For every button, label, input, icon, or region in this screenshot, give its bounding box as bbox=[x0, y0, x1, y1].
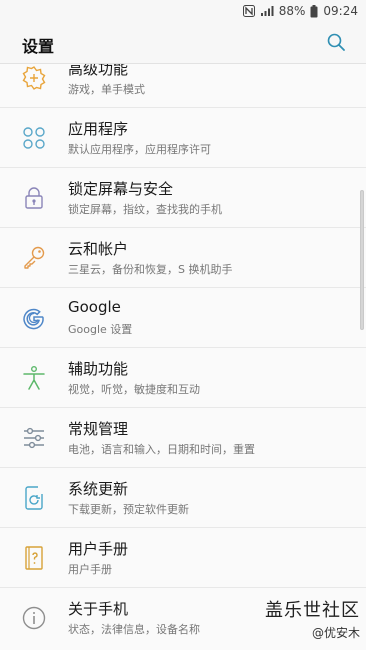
settings-item-description: 电池，语言和输入，日期和时间，重置 bbox=[68, 443, 255, 456]
settings-item-description: 锁定屏幕，指纹，查找我的手机 bbox=[68, 203, 222, 216]
apps-icon bbox=[21, 125, 47, 151]
page-title: 设置 bbox=[22, 37, 55, 56]
scrollbar-thumb[interactable] bbox=[360, 190, 364, 330]
settings-item-description: 三星云，备份和恢复，S 换机助手 bbox=[68, 263, 233, 276]
watermark-community: 盖乐世社区 bbox=[265, 600, 360, 621]
settings-item-label: 常规管理 bbox=[68, 420, 129, 438]
battery-icon bbox=[310, 4, 318, 18]
battery-percent: 88% bbox=[278, 4, 306, 18]
clock: 09:24 bbox=[323, 4, 358, 18]
settings-item-system-update[interactable]: 系统更新 下载更新，预定软件更新 bbox=[0, 468, 366, 528]
settings-item-general-management[interactable]: 常规管理 电池，语言和输入，日期和时间，重置 bbox=[0, 408, 366, 468]
settings-item-label: 辅助功能 bbox=[68, 360, 129, 378]
settings-item-label: 云和帐户 bbox=[68, 240, 129, 258]
settings-item-accessibility[interactable]: 辅助功能 视觉，听觉，敏捷度和互动 bbox=[0, 348, 366, 408]
settings-item-label: Google bbox=[68, 298, 121, 316]
settings-item-label: 高级功能 bbox=[68, 64, 129, 78]
advanced-features-icon bbox=[21, 65, 47, 91]
settings-item-description: 状态，法律信息，设备名称 bbox=[68, 623, 200, 636]
settings-item-description: 视觉，听觉，敏捷度和互动 bbox=[68, 383, 200, 396]
settings-item-label: 系统更新 bbox=[68, 480, 129, 498]
watermark: 盖乐世社区 @优安木 bbox=[265, 596, 360, 641]
signal-icon bbox=[260, 5, 274, 17]
settings-item-description: 游戏，单手模式 bbox=[68, 83, 145, 96]
info-icon bbox=[21, 605, 47, 631]
status-bar: 88% 09:24 bbox=[0, 0, 366, 22]
lock-icon bbox=[21, 185, 47, 211]
settings-item-user-manual[interactable]: 用户手册 用户手册 bbox=[0, 528, 366, 588]
app-header: 设置 bbox=[0, 22, 366, 64]
settings-list[interactable]: 高级功能 游戏，单手模式 应用程序 默认应用程序，应用程序许可 锁定屏幕与安全 … bbox=[0, 64, 366, 650]
system-update-icon bbox=[21, 485, 47, 511]
accessibility-icon bbox=[21, 365, 47, 391]
watermark-author: @优安木 bbox=[311, 626, 360, 640]
nfc-icon bbox=[242, 5, 255, 17]
settings-item-label: 用户手册 bbox=[68, 540, 129, 558]
settings-item-description: 默认应用程序，应用程序许可 bbox=[68, 143, 211, 156]
settings-item-google[interactable]: Google Google 设置 bbox=[0, 288, 366, 348]
settings-item-apps[interactable]: 应用程序 默认应用程序，应用程序许可 bbox=[0, 108, 366, 168]
key-icon bbox=[21, 245, 47, 271]
google-icon bbox=[21, 305, 47, 331]
settings-item-label: 关于手机 bbox=[68, 600, 129, 618]
user-manual-icon bbox=[21, 545, 47, 571]
sliders-icon bbox=[21, 425, 47, 451]
settings-item-label: 应用程序 bbox=[68, 120, 129, 138]
settings-item-label: 锁定屏幕与安全 bbox=[68, 180, 174, 198]
search-icon[interactable] bbox=[326, 32, 346, 52]
settings-item-lock-screen-security[interactable]: 锁定屏幕与安全 锁定屏幕，指纹，查找我的手机 bbox=[0, 168, 366, 228]
settings-item-description: 用户手册 bbox=[68, 563, 112, 576]
settings-item-cloud-accounts[interactable]: 云和帐户 三星云，备份和恢复，S 换机助手 bbox=[0, 228, 366, 288]
settings-item-advanced-features[interactable]: 高级功能 游戏，单手模式 bbox=[0, 64, 366, 108]
settings-item-description: Google 设置 bbox=[68, 323, 133, 336]
settings-item-description: 下载更新，预定软件更新 bbox=[68, 503, 189, 516]
